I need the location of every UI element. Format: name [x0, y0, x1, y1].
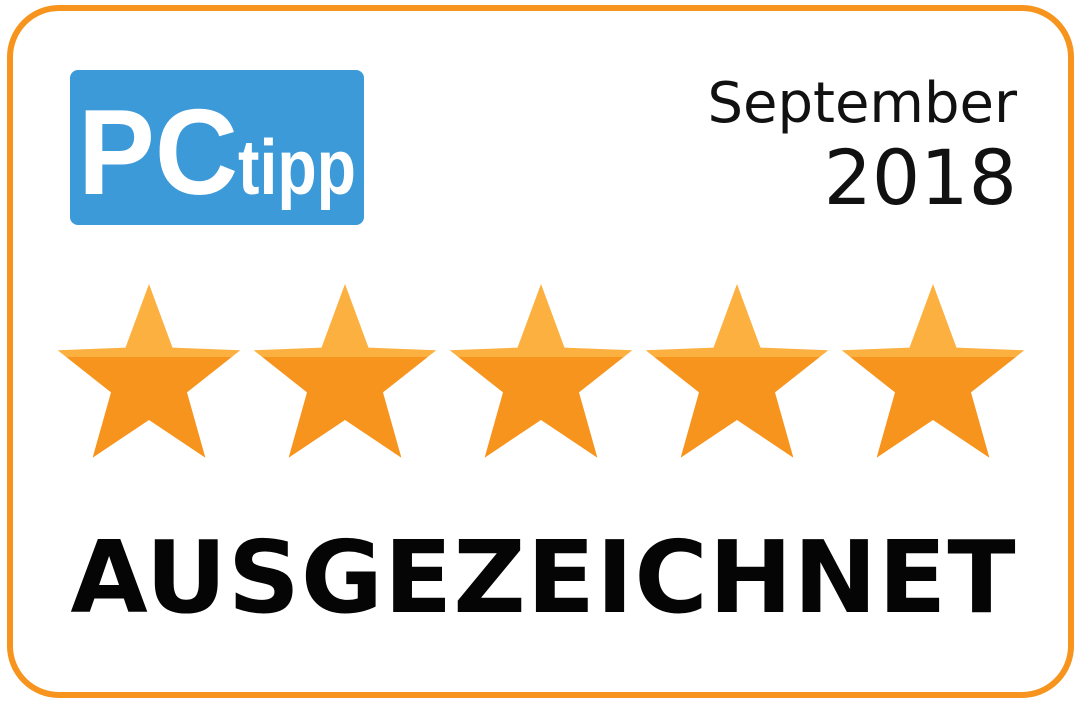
award-headline: AUSGEZEICHNET — [70, 519, 1017, 636]
logo-text-tipp: tipp — [238, 123, 356, 211]
star-icon — [645, 284, 829, 458]
star-icon — [253, 284, 437, 458]
star-rating — [58, 278, 1033, 460]
award-year: 2018 — [823, 133, 1017, 222]
award-date: September 2018 — [707, 70, 1017, 220]
star-icon — [58, 284, 241, 458]
logo-text-pc: PC — [78, 84, 238, 220]
star-icon — [841, 284, 1025, 458]
star-icon — [449, 284, 633, 458]
pctipp-logo-graphic: PC tipp — [78, 84, 356, 220]
award-month: September — [707, 71, 1017, 136]
pctipp-logo: PC tipp — [70, 70, 364, 225]
star-rating-graphic — [58, 284, 1025, 458]
